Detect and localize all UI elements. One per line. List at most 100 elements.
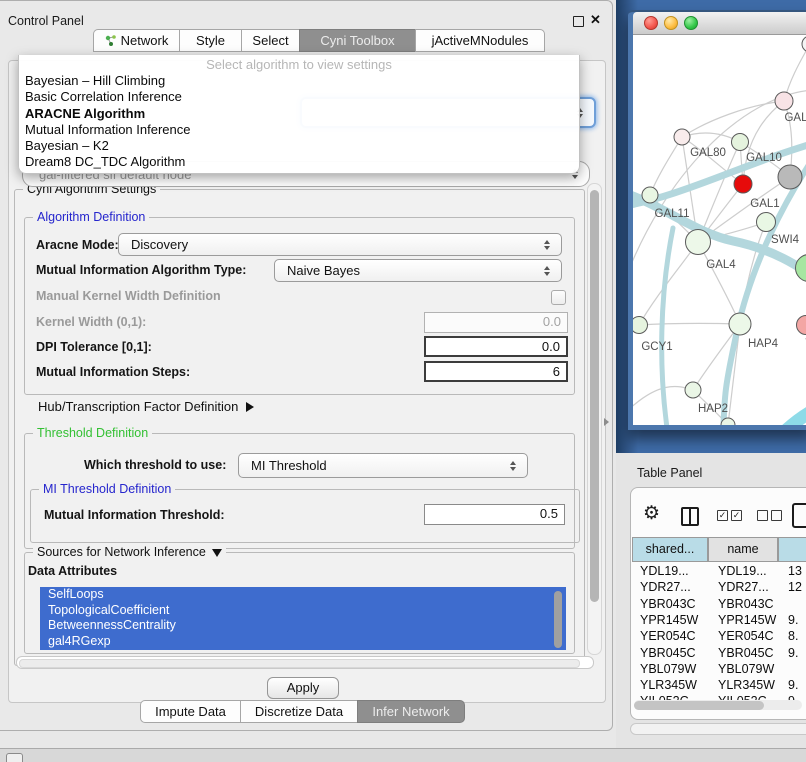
network-node[interactable] xyxy=(778,165,802,189)
table-cell[interactable]: YBL079W xyxy=(632,661,714,677)
table-cell[interactable] xyxy=(780,596,806,612)
network-node-gal11[interactable] xyxy=(642,187,658,203)
table-row[interactable]: YBR045CYBR045C9. xyxy=(632,645,806,661)
dropdown-item[interactable]: Mutual Information Inference xyxy=(19,122,579,138)
data-attribute-item[interactable]: BetweennessCentrality xyxy=(40,618,566,634)
tab-style[interactable]: Style xyxy=(179,29,241,52)
table-cell[interactable]: 9. xyxy=(780,645,806,661)
list-scrollbar-thumb[interactable] xyxy=(554,591,562,648)
column-header-partial[interactable] xyxy=(778,537,806,562)
table-row[interactable]: YER054CYER054C8. xyxy=(632,628,806,644)
network-node-hap2[interactable] xyxy=(685,382,701,398)
network-node-swi4[interactable] xyxy=(757,213,776,232)
network-node-gal80[interactable] xyxy=(674,129,690,145)
columns-icon[interactable] xyxy=(681,507,699,526)
dropdown-item[interactable]: Bayesian – Hill Climbing xyxy=(19,73,579,89)
dpi-tolerance-input[interactable]: 0.0 xyxy=(424,336,568,357)
data-attribute-item[interactable]: TopologicalCoefficient xyxy=(40,603,566,619)
table-cell[interactable]: YBL079W xyxy=(710,661,784,677)
table-cell[interactable]: YDR27... xyxy=(710,579,784,595)
mi-steps-input[interactable]: 6 xyxy=(424,361,568,382)
network-node[interactable] xyxy=(796,255,806,282)
close-traffic-light-icon[interactable] xyxy=(644,16,658,30)
table-cell[interactable]: YDL19... xyxy=(632,563,714,579)
manual-kernel-width-checkbox[interactable] xyxy=(551,290,566,305)
unchecked-checkbox-icon[interactable] xyxy=(757,510,768,521)
table-cell[interactable]: 9. xyxy=(780,612,806,628)
column-header-name[interactable]: name xyxy=(708,537,778,562)
panel-collapse-handle[interactable] xyxy=(604,418,609,426)
table-cell[interactable]: 12 xyxy=(780,579,806,595)
network-node-hap4[interactable] xyxy=(729,313,751,335)
table-cell[interactable]: 13 xyxy=(780,563,806,579)
table-cell[interactable]: YER054C xyxy=(710,628,784,644)
checked-checkbox-icon[interactable]: ✓ xyxy=(731,510,742,521)
network-node-gal4[interactable] xyxy=(686,230,711,255)
table-cell[interactable]: YBR045C xyxy=(632,645,714,661)
column-header-shared-name[interactable]: shared... xyxy=(632,537,708,562)
settings-horizontal-scrollbar[interactable] xyxy=(16,656,594,669)
table-cell[interactable] xyxy=(780,661,806,677)
collapsed-panel-icon[interactable] xyxy=(6,753,23,762)
scrollbar-thumb[interactable] xyxy=(19,659,580,668)
close-icon[interactable]: ✕ xyxy=(590,12,601,28)
mi-algorithm-type-combo[interactable]: Naive Bayes xyxy=(274,259,562,282)
dropdown-item[interactable]: Bayesian – K2 xyxy=(19,138,579,154)
table-row[interactable]: YDR27...YDR27...12 xyxy=(632,579,806,595)
mi-threshold-input[interactable]: 0.5 xyxy=(424,504,565,525)
checked-checkbox-icon[interactable]: ✓ xyxy=(717,510,728,521)
which-threshold-combo[interactable]: MI Threshold xyxy=(238,453,528,478)
data-attribute-item[interactable]: gal4RGexp xyxy=(40,634,566,650)
table-cell[interactable]: YER054C xyxy=(632,628,714,644)
network-window-titlebar[interactable] xyxy=(633,12,806,35)
table-cell[interactable]: YLR345W xyxy=(710,677,784,693)
document-icon[interactable] xyxy=(792,503,806,528)
aracne-mode-combo[interactable]: Discovery xyxy=(118,233,562,256)
scrollbar-thumb[interactable] xyxy=(590,190,599,602)
table-row[interactable]: YBL079WYBL079W xyxy=(632,661,806,677)
zoom-traffic-light-icon[interactable] xyxy=(684,16,698,30)
table-cell[interactable]: 9. xyxy=(780,677,806,693)
float-window-icon[interactable] xyxy=(573,16,584,27)
tab-cyni-toolbox[interactable]: Cyni Toolbox xyxy=(299,29,415,52)
dropdown-item-selected[interactable]: ARACNE Algorithm xyxy=(19,106,579,122)
settings-vertical-scrollbar[interactable] xyxy=(587,183,602,655)
network-node-gal10[interactable] xyxy=(732,134,749,151)
dropdown-item[interactable]: Basic Correlation Inference xyxy=(19,89,579,105)
gear-icon[interactable]: ⚙ xyxy=(643,504,660,523)
network-node-gal[interactable] xyxy=(775,92,793,110)
tab-select[interactable]: Select xyxy=(241,29,299,52)
sources-title[interactable]: Sources for Network Inference xyxy=(33,545,226,559)
kernel-width-input[interactable]: 0.0 xyxy=(424,312,568,333)
dropdown-item[interactable]: Dream8 DC_TDC Algorithm xyxy=(19,154,579,170)
table-cell[interactable]: YBR043C xyxy=(632,596,714,612)
table-row[interactable]: YBR043CYBR043C xyxy=(632,596,806,612)
table-cell[interactable]: YDR27... xyxy=(632,579,714,595)
network-node-gcy1[interactable] xyxy=(633,317,648,334)
tab-infer-network[interactable]: Infer Network xyxy=(357,700,465,723)
table-row[interactable]: YLR345WYLR345W9. xyxy=(632,677,806,693)
table-cell[interactable]: 8. xyxy=(780,628,806,644)
table-row[interactable]: YPR145WYPR145W9. xyxy=(632,612,806,628)
apply-button[interactable]: Apply xyxy=(267,677,339,699)
table-cell[interactable]: YPR145W xyxy=(632,612,714,628)
network-canvas[interactable]: GALGAL80GAL10GAL1GAL11SWI4GAL4GCY1HAP4YH… xyxy=(633,35,806,425)
tab-network[interactable]: Network xyxy=(93,29,179,52)
hub-definition-toggle[interactable]: Hub/Transcription Factor Definition xyxy=(38,399,254,414)
tab-impute-data[interactable]: Impute Data xyxy=(140,700,240,723)
unchecked-checkbox-icon[interactable] xyxy=(771,510,782,521)
table-row[interactable]: YDL19...YDL19...13 xyxy=(632,563,806,579)
minimize-traffic-light-icon[interactable] xyxy=(664,16,678,30)
table-cell[interactable]: YDL19... xyxy=(710,563,784,579)
table-cell[interactable]: YBR045C xyxy=(710,645,784,661)
table-cell[interactable]: YPR145W xyxy=(710,612,784,628)
table-cell[interactable]: YLR345W xyxy=(632,677,714,693)
network-node-gal1[interactable] xyxy=(734,175,752,193)
table-cell[interactable]: YBR043C xyxy=(710,596,784,612)
network-node-y[interactable] xyxy=(797,316,806,335)
network-node[interactable] xyxy=(802,36,806,52)
tab-jactivemnodules[interactable]: jActiveMNodules xyxy=(415,29,545,52)
scrollbar-thumb[interactable] xyxy=(634,701,764,710)
data-attribute-item[interactable]: SelfLoops xyxy=(40,587,566,603)
table-horizontal-scrollbar[interactable] xyxy=(634,700,802,710)
